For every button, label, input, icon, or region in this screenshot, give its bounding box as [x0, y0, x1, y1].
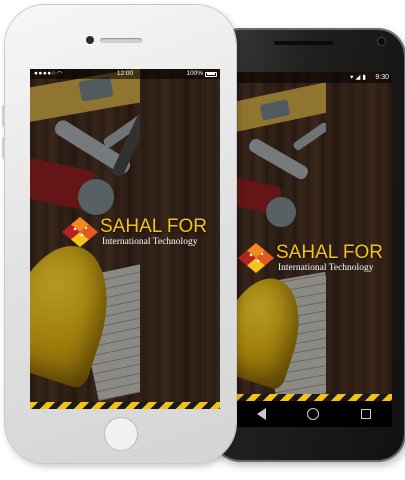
app-logo: SAHAL FOR International Technology	[238, 243, 383, 273]
front-camera	[378, 38, 385, 45]
battery-percent: 100%	[186, 70, 203, 77]
brand-tagline: International Technology	[102, 237, 198, 247]
android-status-bar: ▾◢▮ 9:30	[236, 72, 392, 83]
earpiece	[274, 41, 334, 45]
status-icons: ▾◢▮	[350, 74, 368, 81]
android-splash-screen: ▾◢▮ 9:30 SAHAL FOR International Technol	[236, 72, 392, 427]
status-time: 9:30	[375, 74, 389, 81]
front-camera	[86, 36, 94, 44]
hazard-stripe	[30, 402, 220, 409]
hazard-stripe	[236, 394, 392, 401]
back-icon[interactable]	[256, 408, 266, 420]
android-nav-bar	[236, 401, 392, 427]
android-phone: ▾◢▮ 9:30 SAHAL FOR International Technol	[214, 30, 404, 460]
logo-mark-icon	[62, 217, 98, 247]
brand-name: SAHAL FOR	[276, 242, 383, 263]
iphone: ●●●●○ ◠ 12:00 100% SAHAL FOR Internation…	[2, 5, 236, 463]
home-button[interactable]	[104, 417, 138, 451]
ios-status-bar: ●●●●○ ◠ 12:00 100%	[30, 69, 220, 79]
home-icon[interactable]	[307, 408, 320, 420]
logo-mark-icon	[238, 243, 274, 273]
brand-tagline: International Technology	[278, 263, 374, 273]
app-logo: SAHAL FOR International Technology	[62, 217, 207, 247]
ios-splash-screen: ●●●●○ ◠ 12:00 100% SAHAL FOR Internation…	[30, 69, 220, 409]
battery-icon	[205, 71, 217, 77]
brand-name: SAHAL FOR	[100, 216, 207, 237]
speaker-grille	[100, 38, 142, 43]
recents-icon[interactable]	[361, 409, 372, 419]
